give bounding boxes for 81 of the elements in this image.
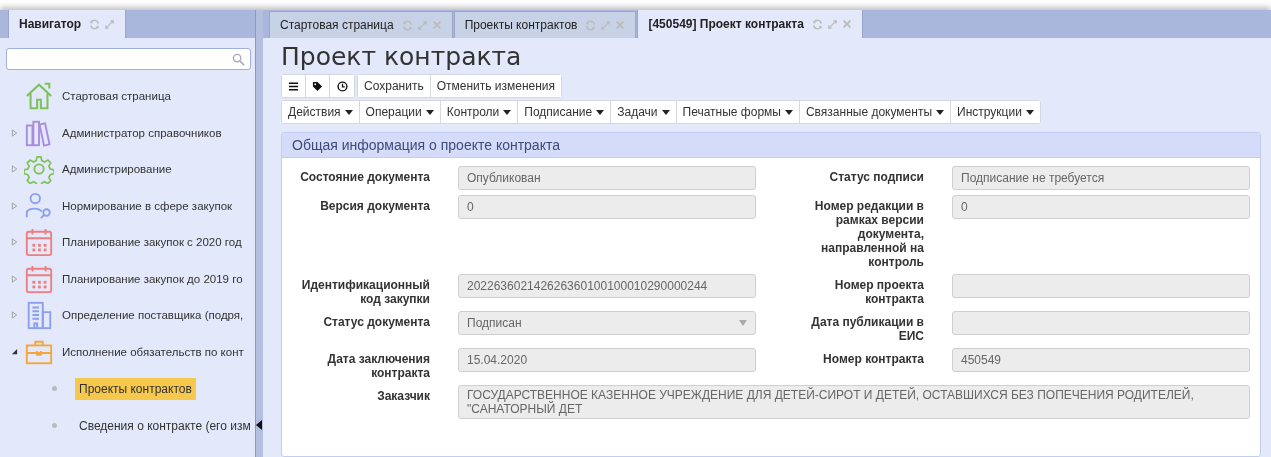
field-label: Идентификационный код закупки (300, 277, 430, 306)
navigator-item[interactable]: Планирование закупок с 2020 год (62, 236, 242, 249)
expand-triangle-icon[interactable] (10, 165, 18, 174)
caret-icon[interactable] (596, 109, 605, 115)
dropdown-arrow-icon[interactable] (739, 320, 747, 326)
refresh-icon[interactable] (585, 19, 597, 31)
close-icon[interactable] (615, 20, 626, 30)
close-icon[interactable] (431, 20, 442, 30)
expand-triangle-icon[interactable] (10, 311, 18, 320)
text-field[interactable]: 15.04.2020 (458, 348, 756, 372)
search-field[interactable] (6, 48, 251, 70)
refresh-icon[interactable] (89, 18, 101, 30)
caret-icon[interactable] (425, 109, 434, 115)
navigator-item[interactable]: Исполнение обязательств по конт (62, 345, 244, 358)
page-title: Проект контракта (281, 42, 523, 72)
text-field[interactable]: 450549 (952, 348, 1250, 372)
caret-icon[interactable] (936, 109, 944, 115)
person-search-icon (24, 190, 54, 221)
refresh-icon[interactable] (401, 19, 413, 31)
caret-icon[interactable] (1025, 109, 1034, 115)
field-label: Номер редакции в рамках версии документа, направленной на контроль (813, 198, 924, 269)
menu-button[interactable] (282, 75, 306, 97)
document-tab[interactable]: Стартовая страница (269, 11, 453, 38)
collapse-arrow-icon[interactable] (256, 420, 262, 430)
tag-icon[interactable] (312, 80, 323, 92)
field-label: Статус подписи (828, 169, 924, 184)
text-field[interactable] (952, 274, 1250, 298)
expand-triangle-icon[interactable] (10, 274, 18, 283)
calendar-icon (24, 263, 54, 294)
field-label: Дата заключения контракта (326, 351, 430, 380)
field-label: Дата публикации в ЕИС (810, 314, 924, 343)
text-field[interactable]: 0 (952, 195, 1250, 219)
navigator-item[interactable]: Администратор справочников (62, 126, 222, 139)
field-label: Заказчик (376, 388, 430, 403)
house-icon (24, 81, 54, 112)
navigator-item[interactable]: Планирование закупок до 2019 го (62, 272, 243, 285)
menu-dropdown-button[interactable]: Действия (282, 101, 360, 123)
field-label: Номер контракта (822, 351, 924, 366)
clock-icon[interactable] (336, 80, 348, 92)
section-header: Общая информация о проекте контракта (282, 133, 1260, 158)
text-field[interactable] (952, 311, 1250, 335)
navigator-subitem[interactable]: Сведения о контракте (его изм (75, 414, 255, 437)
search-icon (232, 52, 245, 66)
menu-icon[interactable] (288, 80, 299, 92)
text-field[interactable]: ГОСУДАРСТВЕННОЕ КАЗЕННОЕ УЧРЕЖДЕНИЕ ДЛЯ ДЕТЕЙ-СИРОТ И ДЕТЕЙ, ОСТАВШИХСЯ БЕЗ ПОПЕЧЕНИЯ РОДИТЕЛЕЙ, "САНАТОРНЫЙ ДЕТ (458, 385, 1250, 419)
field-label: Версия документа (319, 198, 430, 213)
field-label: Статус документа (322, 314, 430, 329)
caret-icon[interactable] (344, 109, 353, 115)
text-field[interactable]: Подписание не требуется (952, 166, 1250, 190)
select-field[interactable]: Подписан (458, 311, 756, 335)
document-tab[interactable]: Проекты контрактов (453, 11, 637, 38)
toolbar-button[interactable]: Сохранить (358, 75, 431, 97)
expand-triangle-icon[interactable] (10, 238, 18, 247)
navigator-tab[interactable]: Навигатор (8, 10, 127, 38)
text-field[interactable]: 0 (458, 195, 756, 219)
field-label: Состояние документа (299, 169, 430, 184)
gear-icon (24, 154, 54, 185)
expand-icon[interactable] (600, 19, 612, 31)
text-field[interactable]: Опубликован (458, 166, 756, 190)
caret-icon[interactable] (503, 109, 512, 115)
navigator-item[interactable]: Администрирование (62, 163, 172, 176)
document-tab[interactable]: [450549] Проект контракта (637, 10, 863, 38)
calendar-icon (24, 227, 54, 258)
expand-icon[interactable] (104, 18, 116, 30)
close-icon[interactable] (841, 19, 852, 29)
field-label: Номер проекта контракта (833, 277, 924, 306)
expand-triangle-icon[interactable] (10, 201, 18, 210)
navigator-subitem[interactable]: Проекты контрактов (75, 377, 196, 400)
bullet-icon (52, 423, 57, 428)
navigator-item[interactable]: Нормирование в сфере закупок (62, 199, 233, 212)
refresh-icon[interactable] (811, 18, 823, 30)
expand-icon[interactable] (416, 19, 428, 31)
text-field[interactable]: 202263602142626360100100010290000244 (458, 274, 756, 298)
caret-icon[interactable] (661, 109, 670, 115)
navigator-item[interactable]: Определение поставщика (подря, (62, 309, 244, 322)
collapse-triangle-icon[interactable] (10, 348, 18, 356)
expand-icon[interactable] (826, 18, 838, 30)
bullet-icon (52, 386, 57, 391)
navigator-item[interactable]: Стартовая страница (62, 90, 171, 103)
caret-icon[interactable] (784, 109, 793, 115)
expand-triangle-icon[interactable] (10, 128, 18, 137)
